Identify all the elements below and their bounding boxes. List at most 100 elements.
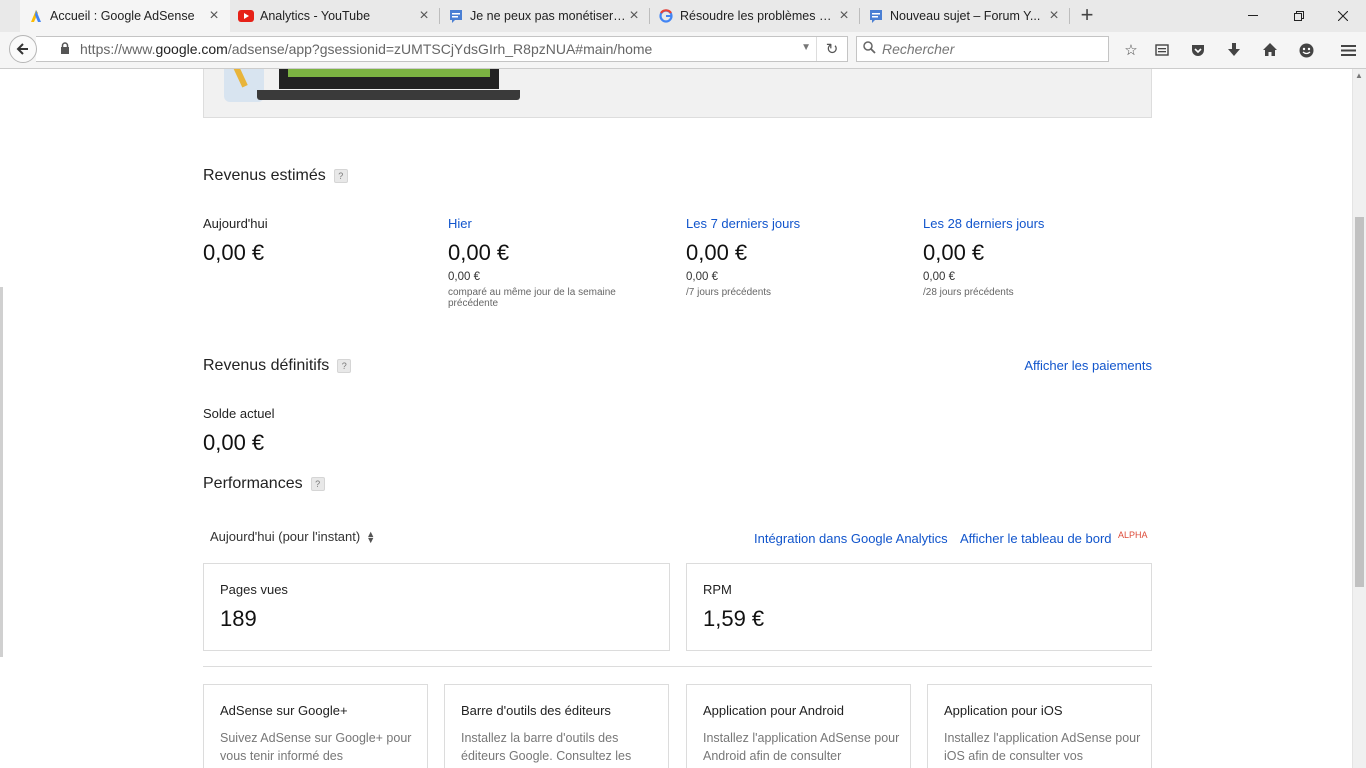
last-7-days-link[interactable]: Les 7 derniers jours <box>686 216 800 231</box>
home-icon[interactable] <box>1260 40 1280 60</box>
promo-title: AdSense sur Google+ <box>220 703 348 718</box>
metric-card-pageviews: Pages vues 189 <box>203 563 670 651</box>
estimated-earnings-title: Revenus estimés ? <box>203 167 348 185</box>
tab-google-help[interactable]: Résoudre les problèmes d... × <box>650 0 860 32</box>
search-icon <box>863 41 876 57</box>
close-icon[interactable]: × <box>1046 8 1062 24</box>
analytics-integration-link[interactable]: Intégration dans Google Analytics <box>754 531 948 546</box>
tab-title: Je ne peux pas monétiser ... <box>470 9 626 23</box>
help-icon[interactable]: ? <box>333 169 348 183</box>
last-28-days-link[interactable]: Les 28 derniers jours <box>923 216 1044 231</box>
reload-icon[interactable]: ↻ <box>816 37 847 61</box>
url-bar[interactable]: https://www. google.com/adsense/app?gsess… <box>36 36 848 62</box>
promo-title: Application pour Android <box>703 703 844 718</box>
reading-list-icon[interactable] <box>1152 40 1172 60</box>
close-window-button[interactable] <box>1320 0 1366 32</box>
google-icon <box>658 8 674 24</box>
close-icon[interactable]: × <box>416 8 432 24</box>
section-title: Performances <box>203 475 303 492</box>
promo-description: Installez la barre d'outils des éditeurs… <box>461 731 632 763</box>
search-input[interactable]: Rechercher <box>856 36 1109 62</box>
tab-adsense[interactable]: Accueil : Google AdSense × <box>20 0 230 32</box>
promo-description: Installez l'application AdSense pour iOS… <box>944 731 1141 763</box>
back-arrow-icon <box>16 43 28 55</box>
forum-icon <box>448 8 464 24</box>
navigation-bar: https://www. google.com/adsense/app?gsess… <box>0 32 1366 69</box>
tab-youtube[interactable]: Analytics - YouTube × <box>230 0 440 32</box>
promo-description: Installez l'application AdSense pour And… <box>703 731 900 763</box>
last-28-days-value: 0,00 € <box>923 240 985 265</box>
new-tab-button[interactable]: + <box>1075 4 1099 28</box>
last-28-days-compare-value: 0,00 € <box>923 271 955 283</box>
back-button[interactable] <box>9 35 37 63</box>
last-7-days-compare-value: 0,00 € <box>686 271 718 283</box>
tab-forum-new[interactable]: Nouveau sujet – Forum Y... × <box>860 0 1070 32</box>
tab-title: Analytics - YouTube <box>260 9 371 23</box>
page-content: Revenus estimés ? Aujourd'hui 0,00 € Hie… <box>0 69 1352 768</box>
last-7-days-compare-text: /7 jours précédents <box>686 287 772 298</box>
laptop-base-illustration <box>257 90 520 100</box>
balance-value: 0,00 € <box>203 430 265 455</box>
alpha-badge: ALPHA <box>1118 530 1148 540</box>
period-select[interactable]: Aujourd'hui (pour l'instant) ▲ ▼ <box>210 529 375 544</box>
url-path: /adsense/app?gsessionid=zUMTSCjYdsGIrh_R… <box>227 41 653 57</box>
last-28-days-compare-text: /28 jours précédents <box>923 287 1014 298</box>
dashboard-link[interactable]: Afficher le tableau de bord <box>960 531 1112 546</box>
promo-description: Suivez AdSense sur Google+ pour vous ten… <box>220 731 412 763</box>
youtube-icon <box>238 8 254 24</box>
tab-title: Accueil : Google AdSense <box>50 9 195 23</box>
metric-label: Pages vues <box>220 582 288 597</box>
section-divider <box>203 666 1152 667</box>
forum-icon <box>868 8 884 24</box>
promo-title: Application pour iOS <box>944 703 1063 718</box>
section-title: Revenus définitifs <box>203 357 330 374</box>
left-edge <box>0 287 3 657</box>
yesterday-compare-value: 0,00 € <box>448 271 480 283</box>
metric-value: 1,59 € <box>703 606 765 631</box>
yesterday-value: 0,00 € <box>448 240 510 265</box>
vertical-scrollbar[interactable]: ▲ <box>1352 69 1366 768</box>
yesterday-link[interactable]: Hier <box>448 216 472 231</box>
url-dropdown-icon[interactable]: ▼ <box>801 42 811 53</box>
menu-icon[interactable] <box>1338 40 1358 60</box>
help-icon[interactable]: ? <box>337 359 352 373</box>
adsense-icon <box>28 8 44 24</box>
view-payments-link[interactable]: Afficher les paiements <box>1024 358 1152 373</box>
laptop-illustration <box>279 69 499 89</box>
promo-card-android[interactable]: Application pour Android Installez l'app… <box>686 684 911 768</box>
balance-label: Solde actuel <box>203 406 275 421</box>
pocket-icon[interactable] <box>1188 40 1208 60</box>
help-icon[interactable]: ? <box>310 477 325 491</box>
yesterday-compare-text: comparé au même jour de la semaine précé… <box>448 287 616 309</box>
sort-arrows-icon: ▲ ▼ <box>366 528 376 545</box>
today-label: Aujourd'hui <box>203 216 268 231</box>
url-prefix: https://www. <box>80 41 156 57</box>
scroll-up-icon[interactable]: ▲ <box>1355 71 1363 80</box>
promo-title: Barre d'outils des éditeurs <box>461 703 611 718</box>
tab-bar: Accueil : Google AdSense × Analytics - Y… <box>0 0 1366 33</box>
metric-label: RPM <box>703 582 732 597</box>
restore-button[interactable] <box>1276 0 1322 32</box>
promo-card-ios[interactable]: Application pour iOS Installez l'applica… <box>927 684 1152 768</box>
minimize-button[interactable] <box>1230 0 1276 32</box>
tab-title: Nouveau sujet – Forum Y... <box>890 9 1041 23</box>
metric-value: 189 <box>220 606 257 631</box>
finalized-earnings-title: Revenus définitifs ? <box>203 357 352 375</box>
period-select-value: Aujourd'hui (pour l'instant) <box>210 529 361 544</box>
close-icon[interactable]: × <box>206 8 222 24</box>
close-icon[interactable]: × <box>626 8 642 24</box>
smiley-icon[interactable] <box>1296 40 1316 60</box>
metric-card-rpm: RPM 1,59 € <box>686 563 1152 651</box>
last-7-days-value: 0,00 € <box>686 240 748 265</box>
bookmark-star-icon[interactable]: ☆ <box>1121 40 1141 60</box>
lock-icon <box>60 41 74 57</box>
search-placeholder: Rechercher <box>882 41 955 57</box>
scrollbar-thumb[interactable] <box>1355 217 1364 587</box>
tab-title: Résoudre les problèmes d... <box>680 9 836 23</box>
performance-title: Performances ? <box>203 475 325 493</box>
promo-card-google-plus[interactable]: AdSense sur Google+ Suivez AdSense sur G… <box>203 684 428 768</box>
tab-forum-monetize[interactable]: Je ne peux pas monétiser ... × <box>440 0 650 32</box>
download-icon[interactable] <box>1224 40 1244 60</box>
close-icon[interactable]: × <box>836 8 852 24</box>
promo-card-toolbar[interactable]: Barre d'outils des éditeurs Installez la… <box>444 684 669 768</box>
